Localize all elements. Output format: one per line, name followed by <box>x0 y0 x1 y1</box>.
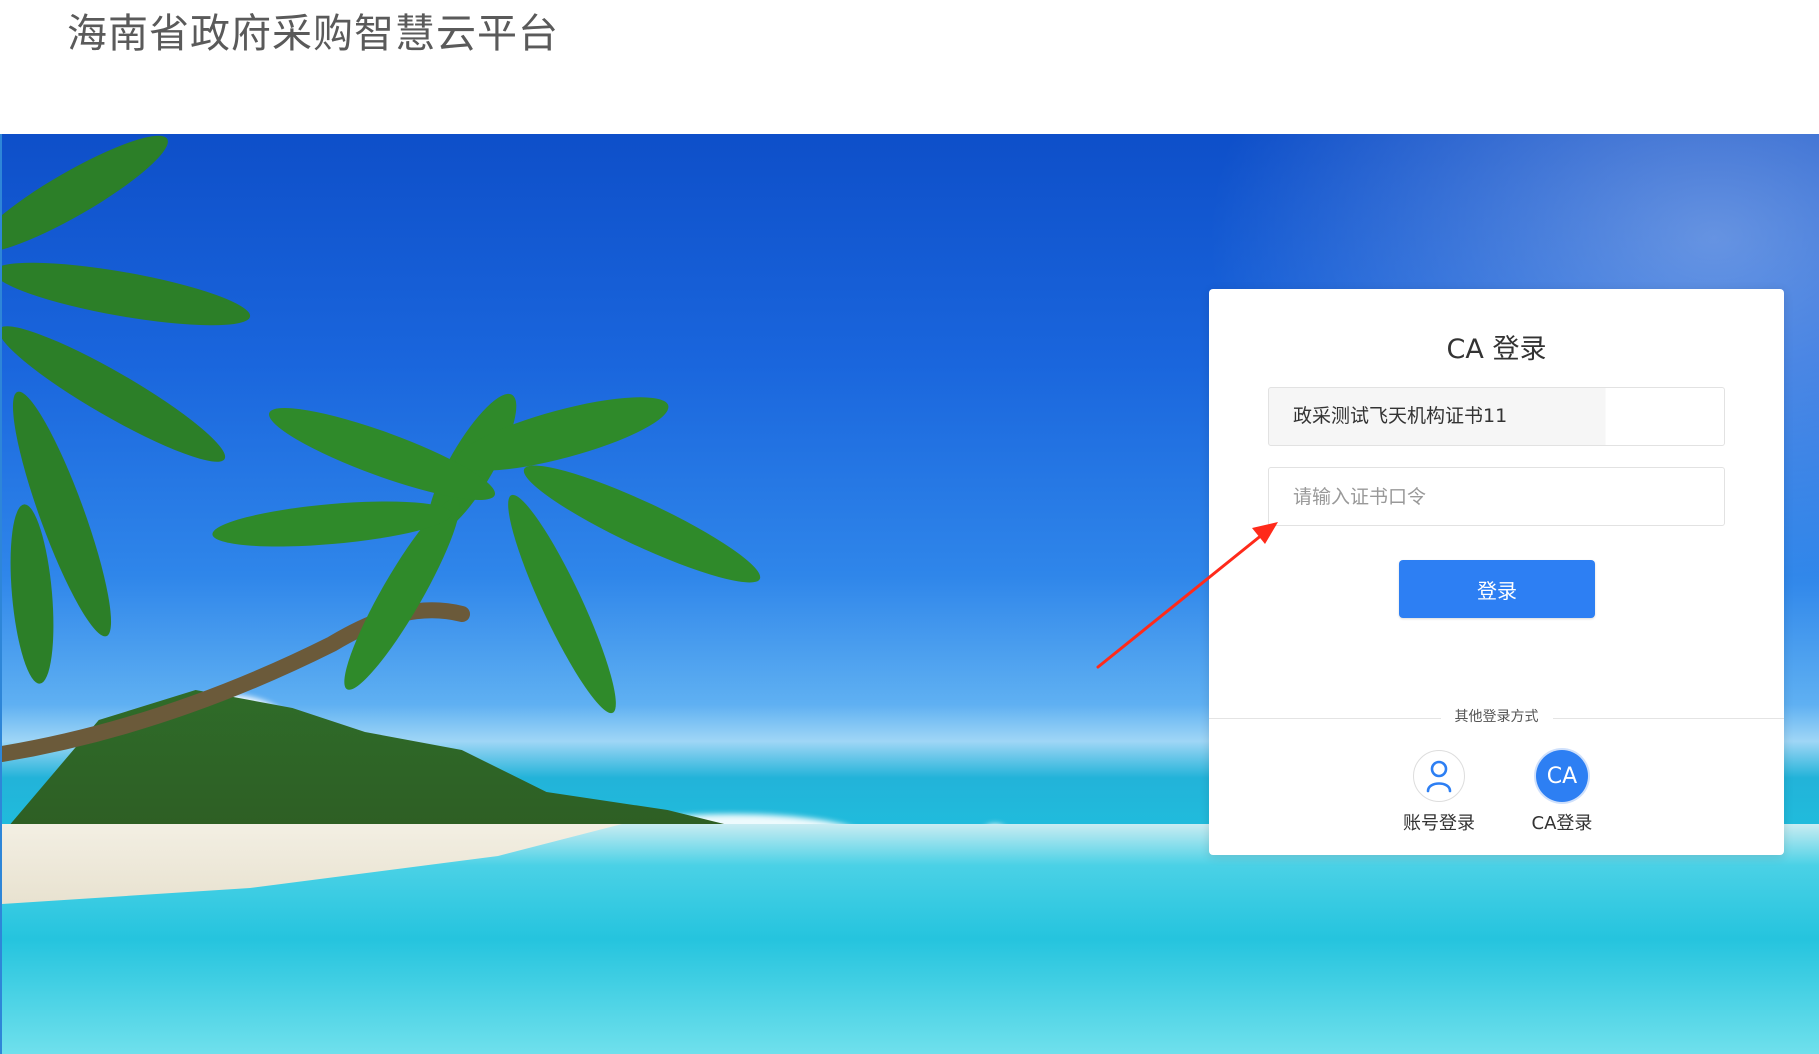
other-methods-label: 其他登录方式 <box>1209 707 1784 727</box>
header: 海南省政府采购智慧云平台 <box>0 0 1819 134</box>
certificate-field[interactable]: 政采测试飞天机构证书11 <box>1268 387 1725 446</box>
login-title: CA 登录 <box>1446 334 1547 365</box>
other-methods-label-text: 其他登录方式 <box>1440 709 1553 725</box>
ca-login-label: CA登录 <box>1531 813 1593 834</box>
page: 海南省政府采购智慧云平台 CA 登录 政采测试飞天机构证书11 登录 其他登录方… <box>0 0 1819 1054</box>
login-button[interactable]: 登录 <box>1399 560 1595 618</box>
account-login-label: 账号登录 <box>1403 813 1475 834</box>
site-title: 海南省政府采购智慧云平台 <box>67 11 559 57</box>
login-card: CA 登录 政采测试飞天机构证书11 登录 其他登录方式 账号登录 CA CA登… <box>1209 289 1784 855</box>
account-login-option[interactable]: 账号登录 <box>1394 750 1484 835</box>
ca-login-option[interactable]: CA CA登录 <box>1517 750 1607 835</box>
certificate-password-input[interactable] <box>1268 467 1725 526</box>
ca-badge-icon: CA <box>1536 750 1588 802</box>
palm-left <box>2 135 251 684</box>
user-icon <box>1413 750 1465 802</box>
